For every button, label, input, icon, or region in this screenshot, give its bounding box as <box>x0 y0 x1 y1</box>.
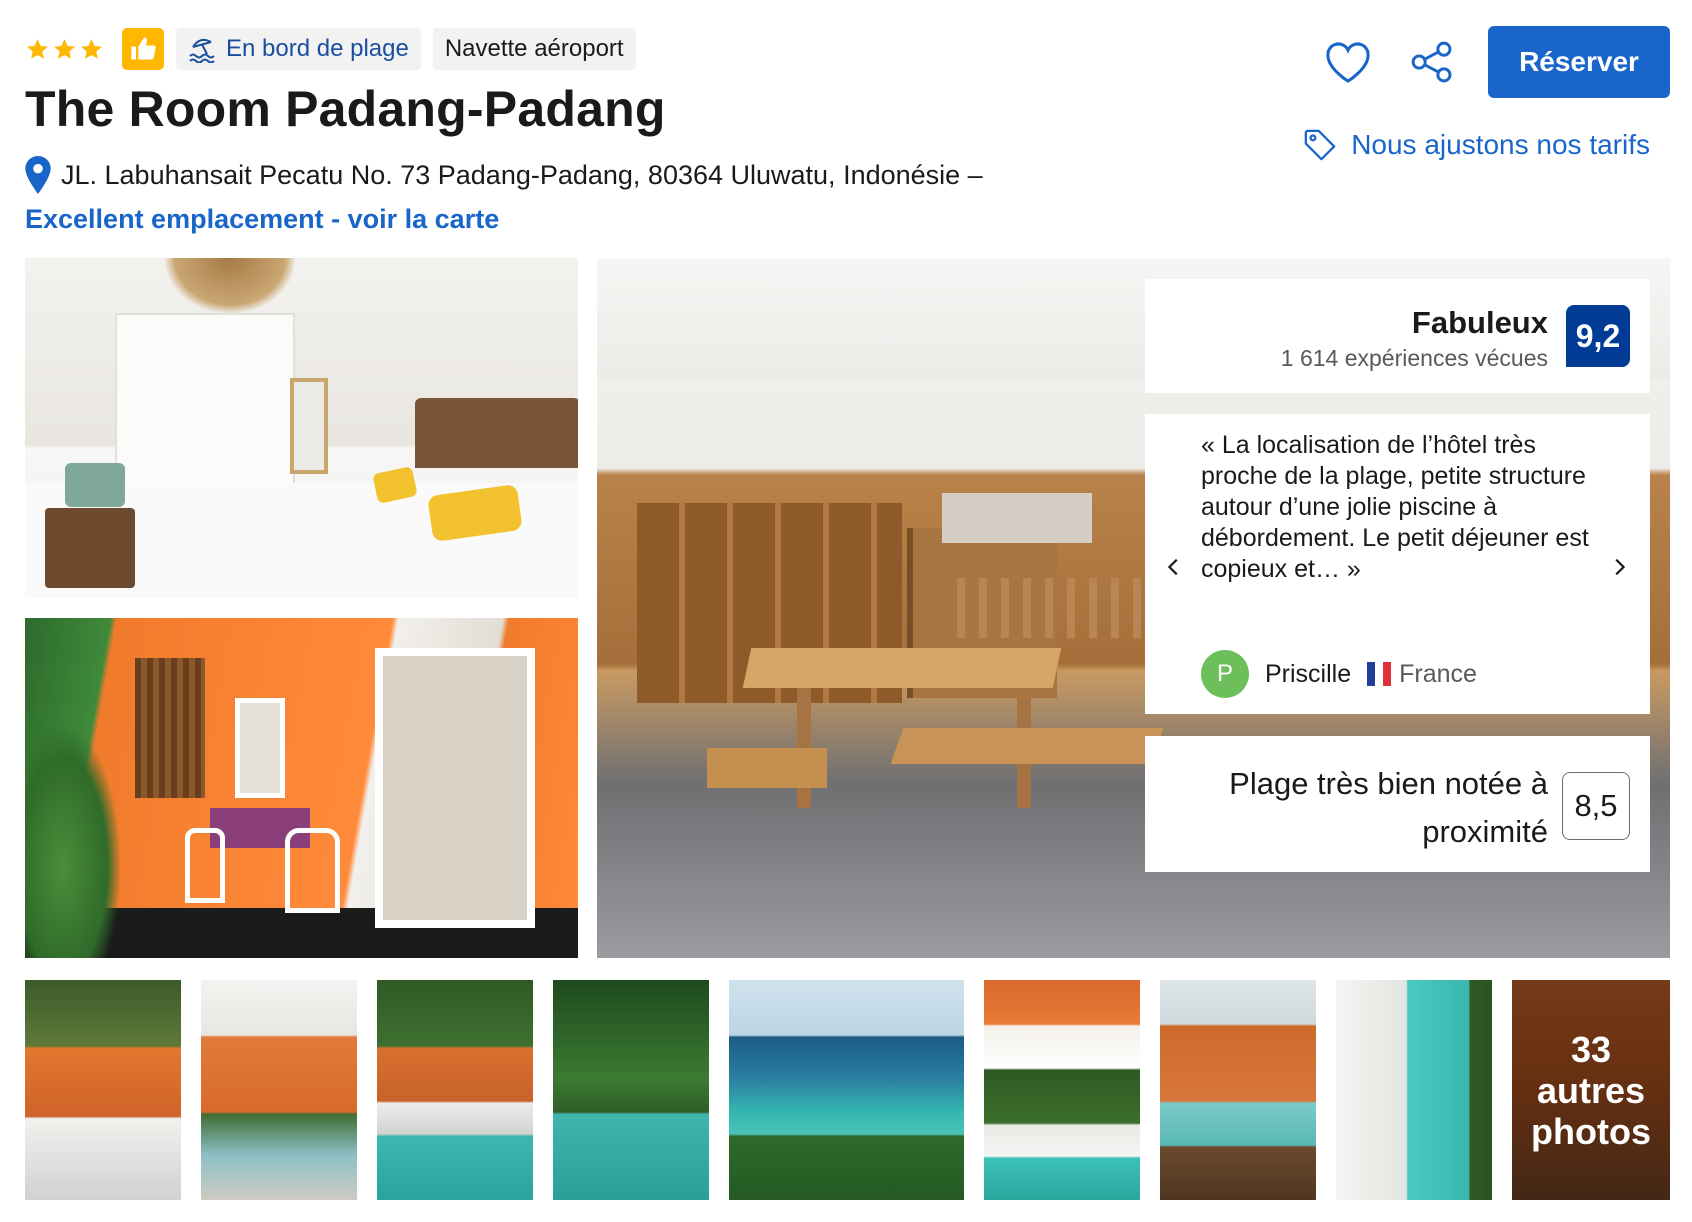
review-score-badge: 9,2 <box>1566 305 1630 367</box>
thumbnail-photo[interactable] <box>984 980 1140 1200</box>
thumbnail-photo[interactable] <box>1336 980 1492 1200</box>
tag-beachfront: En bord de plage <box>176 28 421 70</box>
price-match-link[interactable]: Nous ajustons nos tarifs <box>1303 128 1650 162</box>
address-text: JL. Labuhansait Pecatu No. 73 Padang-Pad… <box>61 159 983 190</box>
thumbnail-photo[interactable] <box>25 980 181 1200</box>
france-flag-icon <box>1367 662 1392 686</box>
chevron-right-icon[interactable] <box>1608 556 1630 578</box>
review-count: 1 614 expériences vécues <box>1280 345 1548 371</box>
header-actions: Réserver <box>1320 26 1670 98</box>
thumbnail-photo[interactable] <box>201 980 357 1200</box>
rating-label: Fabuleux <box>1411 305 1548 340</box>
thumbnail-photo[interactable] <box>553 980 709 1200</box>
share-button[interactable] <box>1404 34 1460 90</box>
review-highlight: « La localisation de l’hôtel très proche… <box>1145 414 1650 714</box>
tag-airport-shuttle: Navette aéroport <box>432 28 636 70</box>
address: JL. Labuhansait Pecatu No. 73 Padang-Pad… <box>25 156 983 194</box>
share-icon <box>1411 41 1452 83</box>
star-icon <box>27 38 48 59</box>
hotel-title: The Room Padang-Padang <box>25 81 666 137</box>
reviewer-name: Priscille <box>1265 659 1352 688</box>
chevron-left-icon[interactable] <box>1163 556 1185 578</box>
beach-umbrella-icon <box>189 38 215 63</box>
star-rating <box>25 37 104 62</box>
avatar: P <box>1201 650 1249 698</box>
more-photos-label: 33 autres photos <box>1531 1028 1651 1152</box>
rating-summary[interactable]: Fabuleux 1 614 expériences vécues 9,2 <box>1145 279 1650 393</box>
photo-terrace[interactable] <box>25 618 578 958</box>
beach-score-badge: 8,5 <box>1562 772 1630 840</box>
heart-icon <box>1326 42 1370 83</box>
reviewer-country: France <box>1399 659 1477 688</box>
more-photos-thumbnail[interactable]: 33 autres photos <box>1512 980 1670 1200</box>
thumbs-up-icon[interactable] <box>122 28 164 70</box>
reserve-button[interactable]: Réserver <box>1488 26 1670 98</box>
beach-label: Plage très bien notée à proximité <box>1229 766 1548 849</box>
beach-rating: Plage très bien notée à proximité 8,5 <box>1145 736 1650 872</box>
reviewer-info: P Priscille France <box>1201 650 1477 698</box>
star-icon <box>81 38 102 59</box>
review-text: « La localisation de l’hôtel très proche… <box>1201 431 1589 583</box>
thumbnail-photo[interactable] <box>1160 980 1316 1200</box>
tag-label: Navette aéroport <box>444 35 624 62</box>
star-icon <box>54 38 75 59</box>
show-map-link[interactable]: Excellent emplacement - voir la carte <box>25 204 499 235</box>
save-heart-button[interactable] <box>1320 34 1376 90</box>
thumbnail-photo[interactable] <box>377 980 533 1200</box>
thumbnail-photo[interactable] <box>729 980 964 1200</box>
property-header: En bord de plage Navette aéroport The Ro… <box>25 24 1670 244</box>
tag-label: En bord de plage <box>226 35 409 62</box>
location-pin-icon <box>25 156 51 194</box>
price-note-label: Nous ajustons nos tarifs <box>1351 129 1650 160</box>
price-tag-icon <box>1304 129 1336 161</box>
photo-bedroom[interactable] <box>25 258 578 598</box>
badges-row: En bord de plage Navette aéroport <box>25 28 636 70</box>
more-photos-overlay: 33 autres photos <box>1512 980 1670 1200</box>
